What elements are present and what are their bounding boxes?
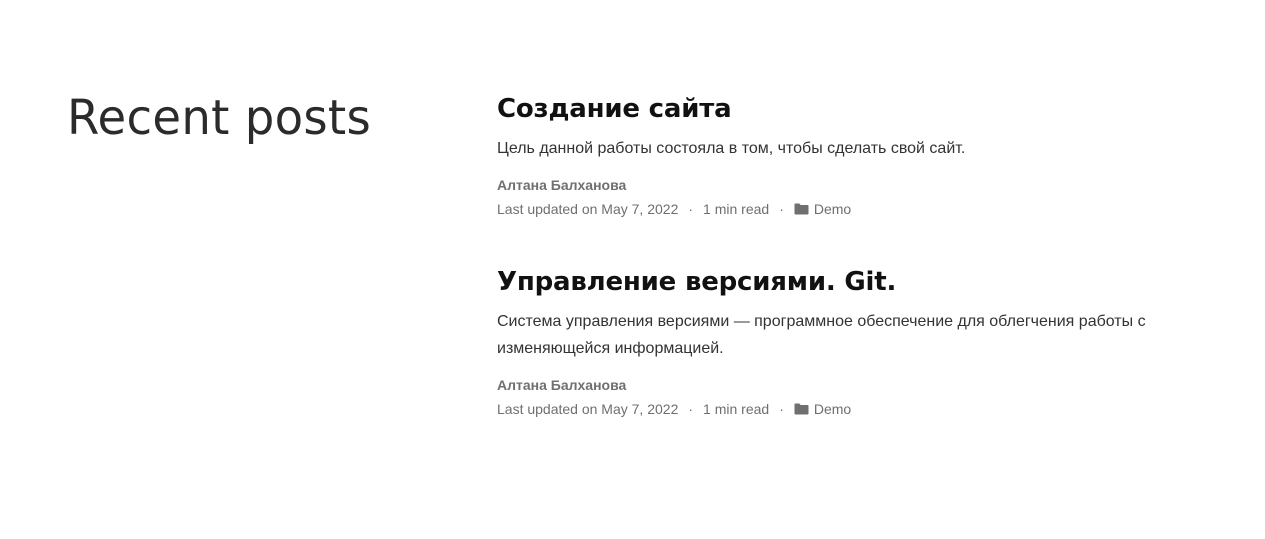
post-title: Управление версиями. Git. (497, 265, 1197, 299)
post-title-link[interactable]: Создание сайта (497, 94, 732, 124)
post-updated-date: Last updated on May 7, 2022 (497, 401, 679, 417)
meta-separator: · (688, 401, 694, 417)
post-summary: Система управления версиями — программно… (497, 313, 1146, 357)
meta-separator: · (779, 201, 784, 217)
post-author: Алтана Балханова (497, 377, 627, 393)
post-author: Алтана Балханова (497, 177, 627, 193)
post-meta: Last updated on May 7, 2022 · 1 min read… (497, 199, 1197, 219)
recent-posts-section: Recent posts Создание сайта Цель данной … (0, 0, 1265, 539)
section-title: Recent posts (67, 90, 372, 146)
post-item: Создание сайта Цель данной работы состоя… (497, 92, 1197, 219)
folder-icon (794, 203, 809, 215)
meta-separator: · (688, 201, 694, 217)
folder-icon (794, 403, 809, 415)
post-read-time: 1 min read (703, 201, 770, 217)
post-summary: Цель данной работы состояла в том, чтобы… (497, 140, 966, 157)
post-list: Создание сайта Цель данной работы состоя… (497, 92, 1197, 419)
post-category-link[interactable]: Demo (814, 399, 851, 419)
post-category-link[interactable]: Demo (814, 199, 851, 219)
meta-separator: · (779, 401, 784, 417)
post-item: Управление версиями. Git. Система управл… (497, 265, 1197, 419)
post-meta: Last updated on May 7, 2022 · 1 min read… (497, 399, 1197, 419)
post-title-link[interactable]: Управление версиями. Git. (497, 267, 896, 297)
post-read-time: 1 min read (703, 401, 770, 417)
post-updated-date: Last updated on May 7, 2022 (497, 201, 679, 217)
post-title: Создание сайта (497, 92, 1197, 126)
